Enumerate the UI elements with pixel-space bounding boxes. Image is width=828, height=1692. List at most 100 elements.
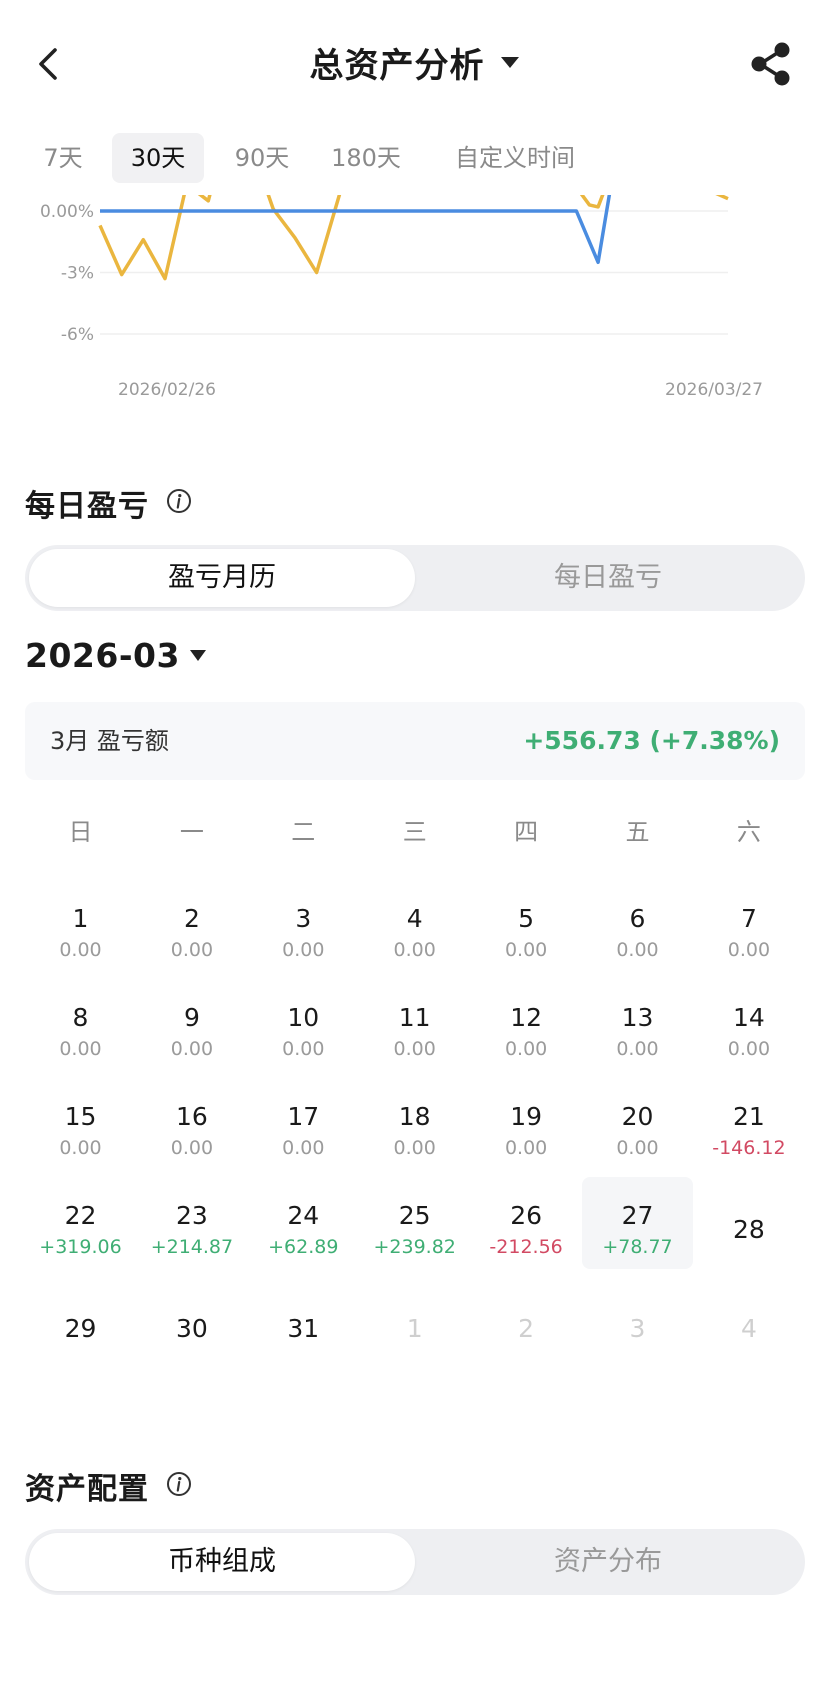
calendar-day[interactable]: 17 0.00 [248,1078,359,1170]
calendar-day[interactable]: 8 0.00 [25,979,136,1071]
calendar-day[interactable]: 2 0.00 [136,880,247,972]
day-number: 3 [629,1314,646,1343]
calendar-day[interactable]: 1 0.00 [25,880,136,972]
share-button[interactable] [748,40,794,88]
tab-7d[interactable]: 7天 [28,133,98,183]
day-number: 14 [732,1003,765,1032]
day-number: 29 [64,1314,97,1343]
day-pnl-value: 0.00 [504,1137,548,1159]
asset-allocation-segmented-control: 币种组成 资产分布 [25,1529,805,1595]
segment-currency-composition[interactable]: 币种组成 [29,1533,415,1591]
day-number: 22 [64,1201,97,1230]
day-pnl-value: +214.87 [150,1236,234,1258]
tab-180d[interactable]: 180天 [316,133,416,183]
calendar-day[interactable]: 15 0.00 [25,1078,136,1170]
calendar-day[interactable]: 10 0.00 [248,979,359,1071]
calendar-day[interactable]: 22 +319.06 [25,1177,136,1269]
calendar-day[interactable]: 3 [582,1276,693,1368]
app-header: 总资产分析 [0,0,828,130]
day-pnl-value: 0.00 [59,939,102,961]
calendar-day[interactable]: 16 0.00 [136,1078,247,1170]
calendar-day[interactable]: 26 -212.56 [471,1177,582,1269]
day-number: 28 [732,1215,765,1244]
day-number: 3 [295,904,312,933]
weekday-label: 三 [402,818,427,846]
calendar-day[interactable]: 5 0.00 [471,880,582,972]
tab-90d[interactable]: 90天 [216,133,308,183]
weekday-label: 一 [179,818,204,846]
day-number: 30 [175,1314,208,1343]
day-number: 26 [510,1201,542,1230]
calendar-day[interactable]: 25 +239.82 [359,1177,470,1269]
month-picker[interactable]: 2026-03 [25,636,206,680]
info-icon[interactable] [166,488,192,514]
day-number: 15 [64,1102,97,1131]
weekday-label: 日 [68,818,93,846]
calendar-day[interactable]: 23 +214.87 [136,1177,247,1269]
y-tick-label: -3% [61,264,94,284]
y-tick-label: 0.00% [40,202,94,222]
calendar-day[interactable]: 31 [248,1276,359,1368]
day-pnl-value: -146.12 [712,1137,786,1159]
title-dropdown[interactable]: 总资产分析 [0,38,828,87]
calendar-day[interactable]: 20 0.00 [582,1078,693,1170]
calendar-day[interactable]: 1 [359,1276,470,1368]
day-number: 19 [510,1102,542,1131]
calendar-day[interactable]: 21 -146.12 [693,1078,804,1170]
x-axis-label: 2026/03/27 [665,380,763,400]
calendar-day[interactable]: 12 0.00 [471,979,582,1071]
day-number: 8 [72,1003,89,1032]
calendar-day[interactable]: 4 [693,1276,804,1368]
day-pnl-value: 0.00 [282,1038,325,1060]
day-number: 17 [287,1102,320,1131]
day-pnl-value: 0.00 [616,939,659,961]
day-pnl-value: 0.00 [504,939,548,961]
calendar-day[interactable]: 7 0.00 [693,880,804,972]
calendar-day-today[interactable]: 27 +78.77 [582,1177,693,1269]
calendar-day[interactable]: 13 0.00 [582,979,693,1071]
segment-asset-distribution[interactable]: 资产分布 [415,1533,801,1591]
day-number: 4 [406,904,423,933]
day-number: 5 [518,904,535,933]
info-icon[interactable] [166,1471,192,1497]
tab-custom-time[interactable]: 自定义时间 [440,133,590,183]
calendar-day[interactable]: 29 [25,1276,136,1368]
segment-daily-pnl[interactable]: 每日盈亏 [415,549,801,607]
calendar-day[interactable]: 14 0.00 [693,979,804,1071]
series-line-yellow [98,195,729,281]
day-pnl-value: 0.00 [616,1137,659,1159]
weekday-label: 四 [514,818,539,846]
day-number: 10 [287,1003,320,1032]
calendar-day[interactable]: 30 [136,1276,247,1368]
day-number: 21 [732,1102,765,1131]
day-pnl-value: +319.06 [39,1236,122,1258]
day-number: 31 [287,1314,320,1343]
calendar-day[interactable]: 18 0.00 [359,1078,470,1170]
day-pnl-value: 0.00 [170,1137,214,1159]
day-pnl-value: 0.00 [393,1137,436,1159]
day-number: 20 [621,1102,654,1131]
day-pnl-value: +78.77 [602,1236,673,1258]
weekday-label: 二 [291,818,316,846]
calendar-day[interactable]: 28 [693,1177,804,1269]
calendar-day[interactable]: 11 0.00 [359,979,470,1071]
day-pnl-value: 0.00 [170,939,214,961]
tab-30d[interactable]: 30天 [112,133,204,183]
calendar-day[interactable]: 24 +62.89 [248,1177,359,1269]
y-tick-label: -6% [61,325,94,345]
day-number: 23 [175,1201,208,1230]
asset-allocation-title: 资产配置 [25,1472,149,1507]
asset-line-chart: 0.00% -3% -6% 2026/02/26 2026/03/27 [40,195,763,400]
month-label: 2026-03 [25,636,180,675]
calendar-day[interactable]: 2 [471,1276,582,1368]
day-number: 1 [72,904,89,933]
calendar-day[interactable]: 19 0.00 [471,1078,582,1170]
calendar-day[interactable]: 6 0.00 [582,880,693,972]
daily-pnl-title: 每日盈亏 [25,489,149,524]
segment-pnl-calendar[interactable]: 盈亏月历 [29,549,415,607]
calendar-day[interactable]: 4 0.00 [359,880,470,972]
day-number: 4 [740,1314,757,1343]
calendar-day[interactable]: 9 0.00 [136,979,247,1071]
weekday-label: 六 [736,818,761,846]
calendar-day[interactable]: 3 0.00 [248,880,359,972]
